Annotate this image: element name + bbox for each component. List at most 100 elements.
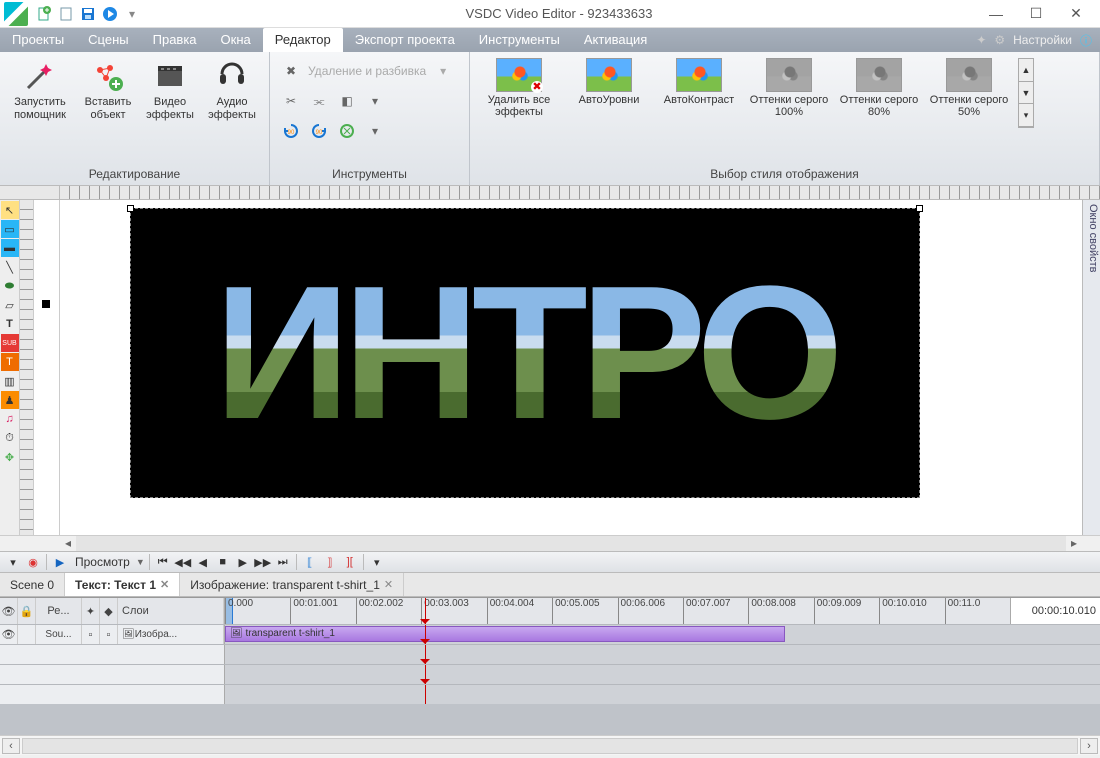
rect-tool-icon[interactable]: ▭ (1, 220, 19, 238)
fx-column-icon[interactable]: ✦ (82, 598, 100, 624)
style-gallery-nav[interactable]: ▲▼▾ (1018, 58, 1034, 128)
scroll-right-icon[interactable]: ▸ (1066, 536, 1082, 551)
menu-projects[interactable]: Проекты (0, 28, 76, 52)
ellipse-tool-icon[interactable]: ⬬ (1, 277, 19, 295)
cut-tool-icon[interactable]: ✂ (280, 90, 302, 112)
goto-end-icon[interactable]: ⏭ (274, 553, 292, 571)
settings-label[interactable]: Настройки (1013, 33, 1072, 47)
subtitle-tool-icon[interactable]: SUB (1, 334, 19, 352)
style-gray-50[interactable]: Оттенки серого 50% (928, 58, 1010, 118)
style-gray-100[interactable]: Оттенки серого 100% (748, 58, 830, 118)
delete-split-dropdown-icon[interactable]: ▾ (432, 60, 454, 82)
maximize-button[interactable]: ☐ (1016, 2, 1056, 26)
timeline-ruler[interactable]: 0.000 00:01.001 00:02.002 00:03.003 00:0… (225, 598, 1010, 624)
blank-file-icon[interactable] (56, 4, 76, 24)
crop-dropdown-icon[interactable]: ▾ (364, 90, 386, 112)
crop-tool-icon[interactable]: ◧ (336, 90, 358, 112)
flip-tool-icon[interactable] (336, 120, 358, 142)
playback-menu-icon[interactable]: ▾ (4, 553, 22, 571)
info-icon[interactable]: ⓘ (1080, 32, 1092, 49)
insert-object-button[interactable]: Вставить объект (78, 58, 138, 124)
delete-split-icon[interactable]: ✖ (280, 60, 302, 82)
rotate-right-icon[interactable]: 90 (308, 120, 330, 142)
text-tool-icon[interactable]: T (1, 315, 19, 333)
step-back-icon[interactable]: ◀◀ (174, 553, 192, 571)
marker-clear-icon[interactable]: ][ (341, 553, 359, 571)
timeline-hscrollbar[interactable]: ‹ › (0, 735, 1100, 755)
vertical-ruler[interactable] (20, 200, 34, 535)
timeline-track[interactable]: 🖼 transparent t-shirt_1 (225, 625, 1010, 644)
flip-dropdown-icon[interactable]: ▾ (364, 120, 386, 142)
timeline-clip[interactable]: 🖼 transparent t-shirt_1 (225, 626, 785, 642)
preview-dropdown-icon[interactable]: ▼ (136, 557, 145, 567)
preview-label[interactable]: Просмотр (75, 555, 130, 569)
preview-play-icon[interactable]: ▶ (51, 553, 69, 571)
horizontal-ruler[interactable] (60, 186, 1100, 199)
timeline-tab-scene[interactable]: Scene 0 (0, 573, 65, 596)
menu-export[interactable]: Экспорт проекта (343, 28, 467, 52)
stop-icon[interactable]: ■ (214, 553, 232, 571)
layers-column-header[interactable]: Слои (118, 598, 224, 624)
rotate-left-icon[interactable]: 90 (280, 120, 302, 142)
qat-dropdown-icon[interactable]: ▾ (122, 4, 142, 24)
menu-activation[interactable]: Активация (572, 28, 659, 52)
tl-scroll-left-icon[interactable]: ‹ (2, 738, 20, 754)
chart-tool-icon[interactable]: ▥ (1, 372, 19, 390)
close-button[interactable]: ✕ (1056, 2, 1096, 26)
play-icon[interactable] (100, 4, 120, 24)
settings-gear-icon[interactable]: ⚙ (994, 33, 1005, 47)
timeline-tab-image[interactable]: Изображение: transparent t-shirt_1✕ (180, 573, 404, 596)
row-fx-icon[interactable]: ▫ (82, 625, 100, 644)
style-remove-all[interactable]: Удалить все эффекты (478, 58, 560, 118)
audio-tool-icon[interactable]: ♫ (1, 410, 19, 428)
selection-handle-icon[interactable] (42, 300, 50, 308)
video-effects-button[interactable]: Видео эффекты (140, 58, 200, 124)
line-tool-icon[interactable]: ╲ (1, 258, 19, 276)
row-visibility-icon[interactable]: 👁 (0, 625, 18, 644)
target-icon[interactable]: ◉ (24, 553, 42, 571)
style-auto-contrast[interactable]: АвтоКонтраст (658, 58, 740, 106)
style-gray-80[interactable]: Оттенки серого 80% (838, 58, 920, 118)
save-icon[interactable] (78, 4, 98, 24)
counter-tool-icon[interactable]: ⏱ (1, 429, 19, 447)
tl-scroll-track[interactable] (22, 738, 1078, 754)
style-more-icon[interactable]: ▾ (1019, 104, 1033, 127)
goto-start-icon[interactable]: ⏮ (154, 553, 172, 571)
row-key-icon[interactable]: ▫ (100, 625, 118, 644)
menu-editor[interactable]: Редактор (263, 28, 343, 52)
menu-edit[interactable]: Правка (141, 28, 209, 52)
new-file-icon[interactable] (34, 4, 54, 24)
style-down-icon[interactable]: ▼ (1019, 82, 1033, 105)
properties-panel-tab[interactable]: Окно свойств (1082, 200, 1100, 535)
menu-scenes[interactable]: Сцены (76, 28, 140, 52)
wizard-button[interactable]: Запустить помощник (4, 58, 76, 124)
keyframe-column-icon[interactable]: ◆ (100, 598, 118, 624)
row-source-label[interactable]: Sou... (36, 625, 82, 644)
menu-windows[interactable]: Окна (209, 28, 263, 52)
marker-in-icon[interactable]: ⟦ (301, 553, 319, 571)
square-tool-icon[interactable]: ▬ (1, 239, 19, 257)
cursor-tool-icon[interactable]: ↖ (1, 201, 19, 219)
tooltip-tool-icon[interactable]: T (1, 353, 19, 371)
playbar-dropdown-icon[interactable]: ▾ (368, 553, 386, 571)
timeline-tab-text[interactable]: Текст: Текст 1✕ (65, 573, 180, 596)
canvas-text-object[interactable]: ИНТРО (214, 244, 836, 462)
canvas[interactable]: ИНТРО (130, 208, 920, 498)
canvas-viewport[interactable]: ИНТРО (60, 200, 1082, 535)
tl-scroll-right-icon[interactable]: › (1080, 738, 1098, 754)
visibility-column-icon[interactable]: 👁 (0, 598, 18, 624)
lock-column-icon[interactable]: 🔒 (18, 598, 36, 624)
prev-frame-icon[interactable]: ◀ (194, 553, 212, 571)
marker-out-icon[interactable]: ⟧ (321, 553, 339, 571)
menu-tools[interactable]: Инструменты (467, 28, 572, 52)
canvas-hscrollbar[interactable]: ◂ ▸ (0, 535, 1100, 551)
person-tool-icon[interactable]: ♟ (1, 391, 19, 409)
re-column-header[interactable]: Ре... (36, 598, 82, 624)
style-auto-levels[interactable]: АвтоУровни (568, 58, 650, 106)
minimize-button[interactable]: — (976, 2, 1016, 26)
style-up-icon[interactable]: ▲ (1019, 59, 1033, 82)
upgrade-icon[interactable]: ✦ (976, 33, 986, 47)
play-button-icon[interactable]: ▶ (234, 553, 252, 571)
close-tab-icon[interactable]: ✕ (160, 578, 169, 591)
row-track-label[interactable]: 🖼 Изобра... (118, 625, 224, 644)
